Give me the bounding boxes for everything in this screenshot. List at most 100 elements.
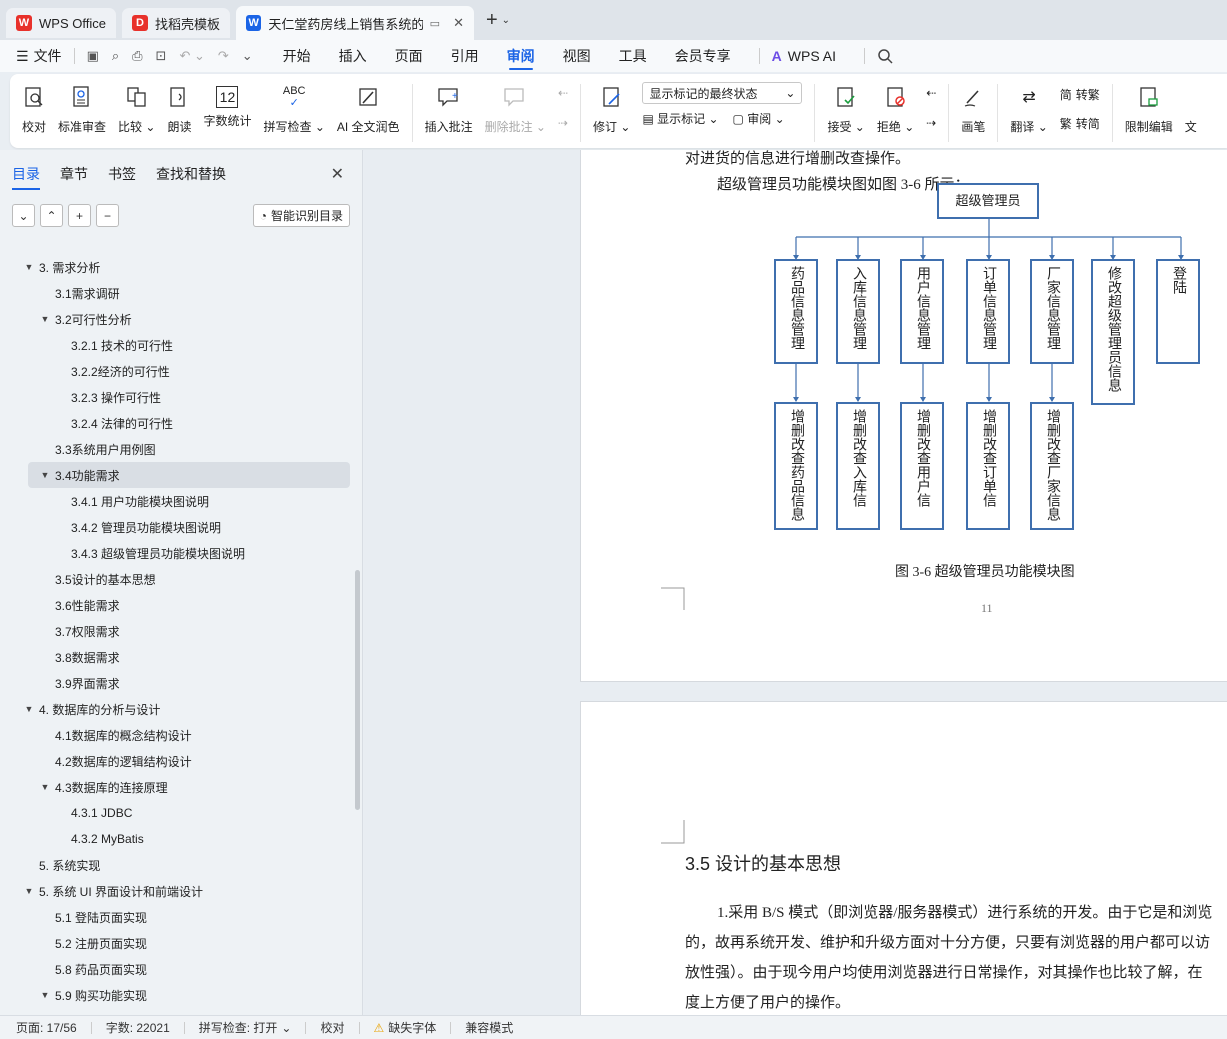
toc-item[interactable]: ▼ 3.2可行性分析 bbox=[0, 306, 355, 332]
read-aloud-button[interactable]: 朗读 bbox=[161, 82, 197, 135]
menu-page[interactable]: 页面 bbox=[395, 40, 423, 72]
print-preview-icon[interactable]: ⊡ bbox=[156, 48, 167, 64]
menu-start[interactable]: 开始 bbox=[283, 40, 311, 72]
toc-item[interactable]: 3.4.1 用户功能模块图说明 bbox=[0, 488, 355, 514]
page-indicator[interactable]: 页面: 17/56 bbox=[16, 1019, 77, 1036]
redo-icon[interactable]: ↷ bbox=[218, 48, 229, 64]
toc-item[interactable]: 3.2.3 操作可行性 bbox=[0, 384, 355, 410]
toc-item[interactable]: ▼ 5. 系统 UI 界面设计和前端设计 bbox=[0, 878, 355, 904]
toc-item[interactable]: 3.1需求调研 bbox=[0, 280, 355, 306]
menu-view[interactable]: 视图 bbox=[563, 40, 591, 72]
tab-template[interactable]: D 找稻壳模板 bbox=[121, 8, 230, 38]
word-count-button[interactable]: 12 字数统计 bbox=[197, 82, 257, 129]
toc-item[interactable]: ▼ 4. 数据库的分析与设计 bbox=[0, 696, 355, 722]
spell-check-button[interactable]: ABC ✓ 拼写检查 ⌄ bbox=[257, 82, 330, 135]
toc-item[interactable]: 3.4.3 超级管理员功能模块图说明 bbox=[0, 540, 355, 566]
expand-down-icon[interactable]: ⌄ bbox=[12, 204, 35, 227]
toc-item[interactable]: 3.2.1 技术的可行性 bbox=[0, 332, 355, 358]
delete-comment-button[interactable]: 删除批注 ⌄ bbox=[479, 82, 552, 135]
toc-item[interactable]: 5.2 注册页面实现 bbox=[0, 930, 355, 956]
prev-comment-icon[interactable]: ⇠ bbox=[558, 86, 568, 100]
close-tab-icon[interactable]: ✕ bbox=[453, 15, 464, 31]
proofread-button[interactable]: 校对 bbox=[16, 82, 52, 135]
toc-item[interactable]: 3.6性能需求 bbox=[0, 592, 355, 618]
prev-revision-icon[interactable]: ⇠ bbox=[926, 86, 936, 100]
toc-item[interactable]: 3.3系统用户用例图 bbox=[0, 436, 355, 462]
next-revision-icon[interactable]: ⇢ bbox=[926, 116, 936, 130]
toc-item[interactable]: 5.8 药品页面实现 bbox=[0, 956, 355, 982]
caret-down-icon[interactable]: ▼ bbox=[38, 314, 52, 324]
new-tab-button[interactable]: + ⌄ bbox=[486, 9, 510, 32]
review-pane-button[interactable]: ▢ 审阅 ⌄ bbox=[733, 110, 785, 127]
smart-toc-button[interactable]: ◔ 智能识别目录 bbox=[252, 204, 350, 227]
display-state-select[interactable]: 显示标记的最终状态 ⌄ bbox=[642, 82, 803, 104]
menu-insert[interactable]: 插入 bbox=[339, 40, 367, 72]
save-icon[interactable]: ▣ bbox=[87, 48, 99, 64]
toc-item[interactable]: ▼ 3.4功能需求 bbox=[28, 462, 350, 488]
menu-tools[interactable]: 工具 bbox=[619, 40, 647, 72]
proof-status[interactable]: 校对 bbox=[320, 1019, 344, 1036]
restrict-edit-button[interactable]: 限制编辑 bbox=[1119, 82, 1179, 135]
standard-review-button[interactable]: 标准审查 bbox=[52, 82, 112, 135]
show-marks-button[interactable]: ▤ 显示标记 ⌄ bbox=[642, 110, 718, 127]
remove-icon[interactable]: − bbox=[96, 204, 119, 227]
caret-down-icon[interactable]: ▼ bbox=[38, 470, 52, 480]
tab-chapter[interactable]: 章节 bbox=[60, 164, 88, 184]
toc-item[interactable]: 3.2.2经济的可行性 bbox=[0, 358, 355, 384]
insert-comment-button[interactable]: + 插入批注 bbox=[419, 82, 479, 135]
translate-button[interactable]: ⇄ 翻译 ⌄ bbox=[1004, 82, 1053, 135]
next-comment-icon[interactable]: ⇢ bbox=[558, 116, 568, 130]
reject-button[interactable]: 拒绝 ⌄ bbox=[871, 82, 920, 135]
search-icon[interactable] bbox=[877, 40, 893, 72]
tab-find-replace[interactable]: 查找和替换 bbox=[156, 164, 226, 184]
menu-wps-ai[interactable]: A WPS AI bbox=[772, 40, 836, 72]
caret-down-icon[interactable]: ▼ bbox=[22, 262, 36, 272]
toc-item[interactable]: 5. 系统实现 bbox=[0, 852, 355, 878]
toc-item[interactable]: 3.4.2 管理员功能模块图说明 bbox=[0, 514, 355, 540]
toc-item[interactable]: 4.3.1 JDBC bbox=[0, 800, 355, 826]
scrollbar[interactable] bbox=[355, 570, 360, 810]
tab-document[interactable]: W 天仁堂药房线上销售系统的开 ▭ ✕ bbox=[235, 6, 474, 40]
tab-toc[interactable]: 目录 bbox=[12, 164, 40, 190]
toc-item[interactable]: 5.1 登陆页面实现 bbox=[0, 904, 355, 930]
pen-button[interactable]: 画笔 bbox=[955, 82, 991, 135]
ai-polish-button[interactable]: AI 全文润色 bbox=[331, 82, 406, 135]
revise-button[interactable]: 修订 ⌄ bbox=[587, 82, 636, 135]
toc-item[interactable]: 3.2.4 法律的可行性 bbox=[0, 410, 355, 436]
missing-font-status[interactable]: ⚠ 缺失字体 bbox=[374, 1019, 437, 1036]
toc-item[interactable]: 4.1数据库的概念结构设计 bbox=[0, 722, 355, 748]
toc-item[interactable]: ▼ 4.3数据库的连接原理 bbox=[0, 774, 355, 800]
tab-bookmark[interactable]: 书签 bbox=[108, 164, 136, 184]
caret-down-icon[interactable]: ▼ bbox=[38, 782, 52, 792]
print-icon[interactable]: ⎙ bbox=[132, 48, 142, 64]
to-traditional-button[interactable]: 简 转繁 bbox=[1060, 86, 1100, 103]
toc-item[interactable]: 3.7权限需求 bbox=[0, 618, 355, 644]
compare-button[interactable]: 比较 ⌄ bbox=[112, 82, 161, 135]
spell-check-status[interactable]: 拼写检查: 打开 ⌄ bbox=[199, 1019, 292, 1036]
menu-member[interactable]: 会员专享 bbox=[675, 40, 731, 72]
add-icon[interactable]: + bbox=[68, 204, 91, 227]
undo-icon[interactable]: ↶ ⌄ bbox=[179, 48, 204, 64]
export-icon[interactable]: ⌕ bbox=[112, 48, 119, 64]
toc-item[interactable]: ▼ 3. 需求分析 bbox=[0, 254, 355, 280]
caret-down-icon[interactable]: ▼ bbox=[38, 990, 52, 1000]
toc-item[interactable]: 3.8数据需求 bbox=[0, 644, 355, 670]
menu-review[interactable]: 审阅 bbox=[507, 40, 535, 72]
toc-item[interactable]: 3.5设计的基本思想 bbox=[0, 566, 355, 592]
toc-item[interactable]: 3.9界面需求 bbox=[0, 670, 355, 696]
caret-down-icon[interactable]: ▼ bbox=[22, 704, 36, 714]
caret-down-icon[interactable]: ▼ bbox=[22, 886, 36, 896]
menu-reference[interactable]: 引用 bbox=[451, 40, 479, 72]
accept-button[interactable]: 接受 ⌄ bbox=[821, 82, 870, 135]
tab-wps-office[interactable]: W WPS Office bbox=[6, 8, 116, 38]
more-icon[interactable]: ⌄ bbox=[242, 48, 253, 64]
close-icon[interactable]: ✕ bbox=[331, 164, 344, 184]
word-count-indicator[interactable]: 字数: 22021 bbox=[106, 1019, 170, 1036]
doc-compare-button[interactable]: 文 bbox=[1179, 82, 1197, 135]
toc-item[interactable]: 4.3.2 MyBatis bbox=[0, 826, 355, 852]
collapse-up-icon[interactable]: ⌃ bbox=[40, 204, 63, 227]
file-menu[interactable]: ☰ 文件 bbox=[16, 46, 62, 66]
monitor-icon[interactable]: ▭ bbox=[430, 17, 440, 30]
to-simplified-button[interactable]: 繁 转简 bbox=[1060, 115, 1100, 132]
toc-item[interactable]: 4.2数据库的逻辑结构设计 bbox=[0, 748, 355, 774]
